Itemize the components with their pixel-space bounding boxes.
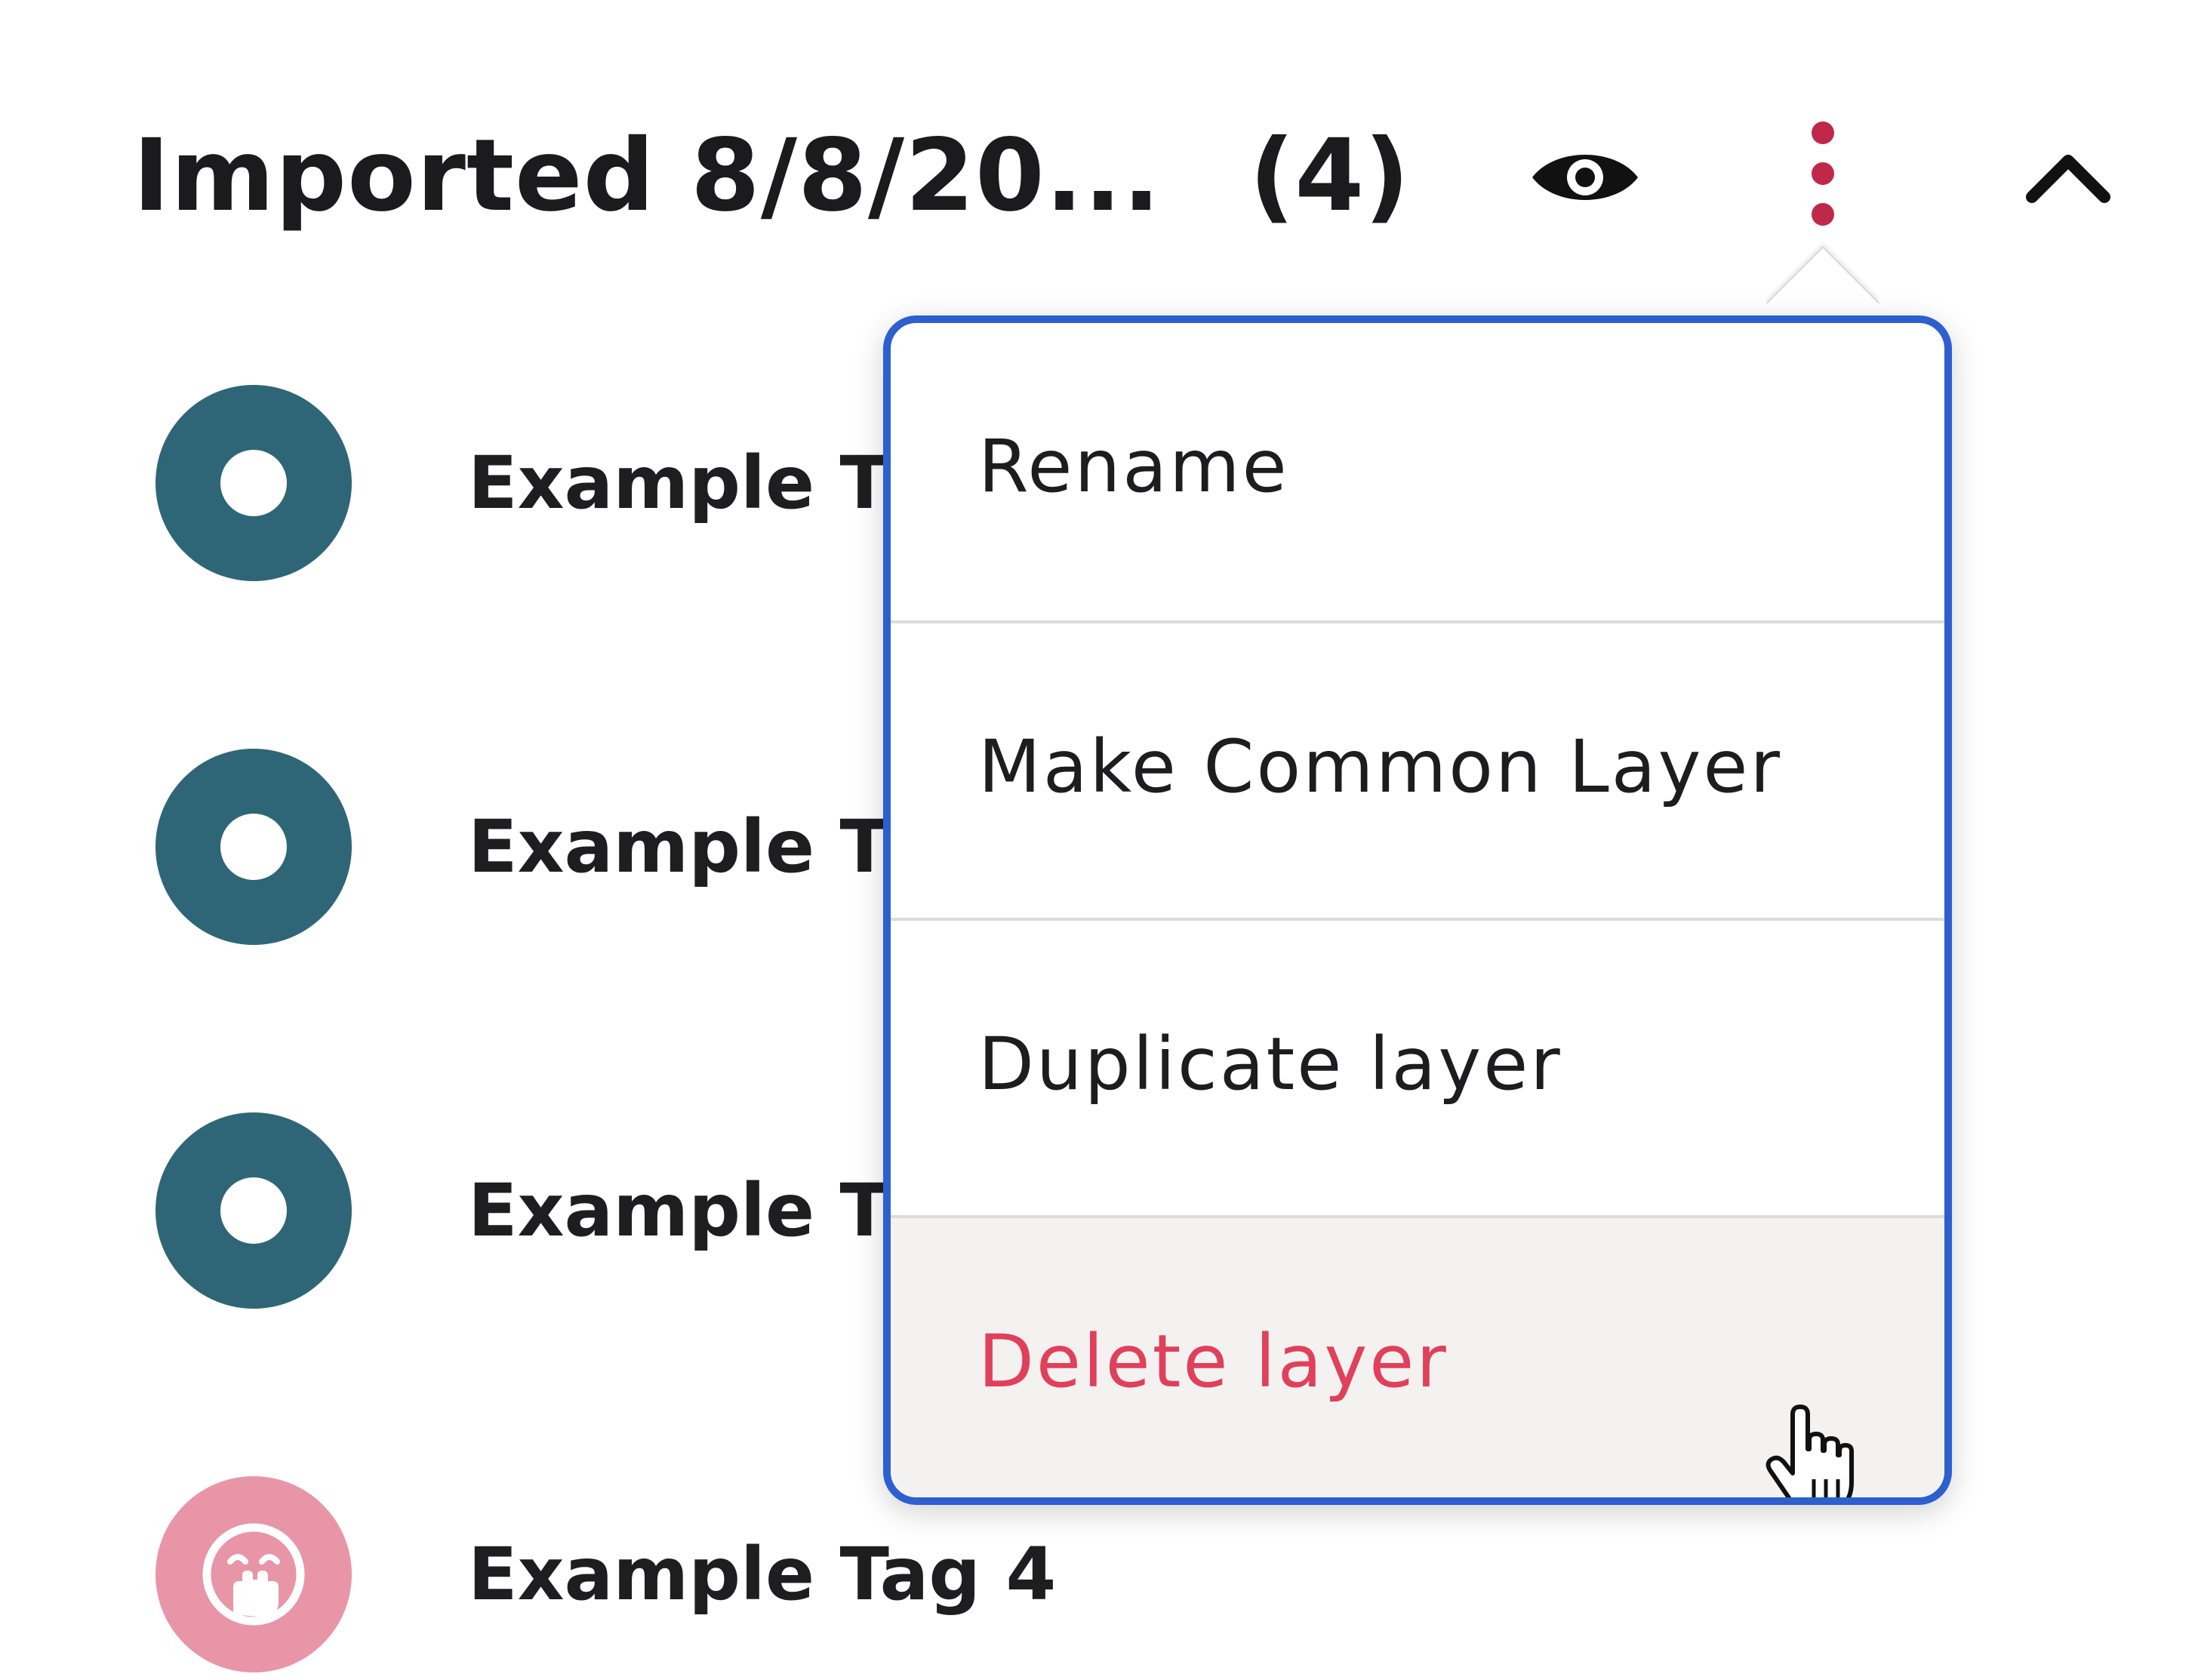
layer-context-menu: Rename Make Common Layer Duplicate layer… <box>883 315 1952 1505</box>
layer-title[interactable]: Imported 8/8/20... <box>133 112 1161 240</box>
menu-item-label: Make Common Layer <box>978 725 1782 809</box>
collapse-button[interactable] <box>2015 128 2121 226</box>
menu-item-label: Delete layer <box>978 1319 1448 1404</box>
menu-item-make-common-layer[interactable]: Make Common Layer <box>891 620 1944 918</box>
tag-label: Example T <box>468 805 889 889</box>
kebab-vertical-icon <box>1812 122 1834 226</box>
visibility-toggle-button[interactable] <box>1525 128 1645 226</box>
layer-count: (4) <box>1249 118 1410 234</box>
ring-marker-icon <box>155 1112 352 1309</box>
hand-over-mouth-emoji-icon <box>155 1476 352 1672</box>
menu-item-delete-layer[interactable]: Delete layer <box>891 1215 1944 1497</box>
tag-label: Example Tag 4 <box>468 1532 1057 1617</box>
layer-options-button[interactable] <box>1774 113 1872 234</box>
ring-marker-icon <box>155 749 352 945</box>
chevron-up-icon <box>2026 155 2110 203</box>
tag-label: Example T <box>468 441 889 525</box>
eye-icon <box>1532 155 1638 200</box>
emoji-face-icon <box>202 1523 305 1626</box>
menu-item-rename[interactable]: Rename <box>891 323 1944 620</box>
menu-item-label: Rename <box>978 424 1289 509</box>
ring-marker-icon <box>155 385 352 581</box>
tag-label: Example T <box>468 1168 889 1253</box>
hand-pointer-cursor-icon <box>1765 1405 1854 1497</box>
menu-item-label: Duplicate layer <box>978 1022 1562 1106</box>
menu-item-duplicate-layer[interactable]: Duplicate layer <box>891 918 1944 1215</box>
